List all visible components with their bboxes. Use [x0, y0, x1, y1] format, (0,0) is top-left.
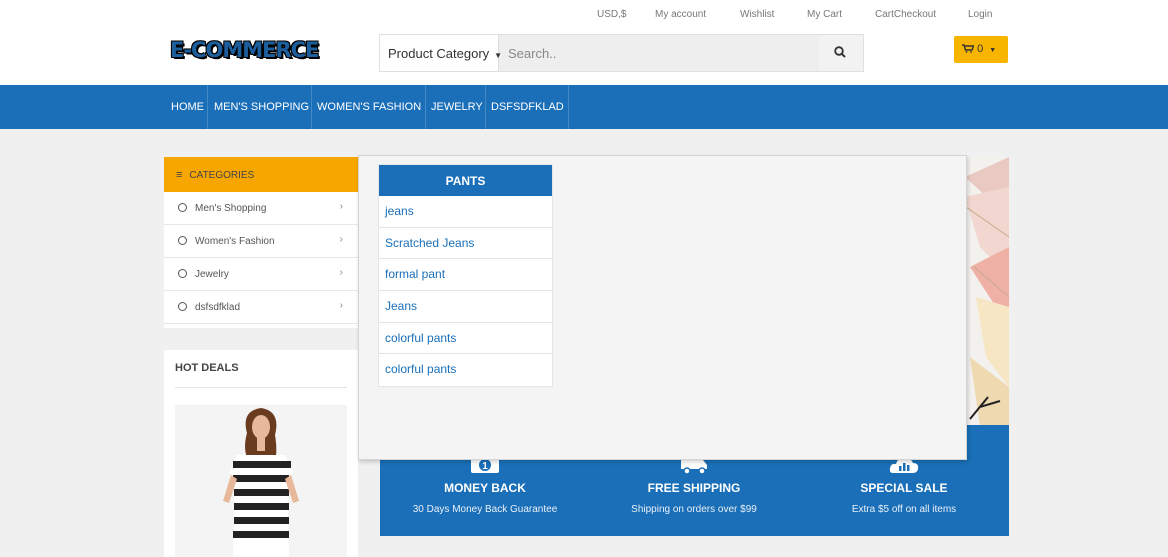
- service-subtitle: Extra $5 off on all items: [851, 504, 957, 515]
- chevron-right-icon: ›: [339, 267, 343, 278]
- main-nav: HOME MEN'S SHOPPING WOMEN'S FASHION JEWE…: [0, 85, 1168, 129]
- clock-icon: [178, 269, 187, 278]
- cart-icon: [962, 44, 975, 53]
- mega-menu-link[interactable]: Jeans: [379, 291, 552, 323]
- search-bar: Product Category ▼ Search..: [379, 34, 864, 72]
- nav-item-mens-shopping[interactable]: MEN'S SHOPPING: [214, 101, 309, 113]
- clock-icon: [178, 203, 187, 212]
- clock-icon: [178, 236, 187, 245]
- top-links-bar: USD,$ My account Wishlist My Cart CartCh…: [0, 9, 1168, 23]
- my-cart-link[interactable]: My Cart: [807, 9, 842, 20]
- mega-menu-dropdown: PANTS jeans Scratched Jeans formal pant …: [358, 155, 967, 460]
- nav-divider: [311, 85, 312, 129]
- chevron-right-icon: ›: [339, 300, 343, 311]
- sidebar-item-jewelry[interactable]: Jewelry ›: [164, 258, 358, 291]
- site-logo[interactable]: E-COMMERCE: [170, 38, 319, 62]
- nav-divider: [425, 85, 426, 129]
- wishlist-link[interactable]: Wishlist: [740, 9, 774, 20]
- service-special-sale: SPECIAL SALE Extra $5 off on all items: [799, 455, 1009, 515]
- service-title: FREE SHIPPING: [647, 481, 741, 495]
- nav-divider: [207, 85, 208, 129]
- category-select[interactable]: Product Category ▼: [380, 35, 503, 71]
- service-subtitle: 30 Days Money Back Guarantee: [412, 504, 558, 515]
- mega-menu-heading[interactable]: PANTS: [379, 165, 552, 196]
- sidebar-item-label: dsfsdfklad: [195, 302, 241, 313]
- mega-menu-link[interactable]: colorful pants: [379, 354, 552, 386]
- nav-item-womens-fashion[interactable]: WOMEN'S FASHION: [317, 101, 421, 113]
- currency-link[interactable]: USD,$: [597, 9, 626, 20]
- caret-down-icon: ▼: [989, 47, 997, 54]
- nav-item-dsfsdfklad[interactable]: DSFSDFKLAD: [491, 101, 564, 113]
- service-free-shipping: FREE SHIPPING Shipping on orders over $9…: [589, 455, 799, 515]
- categories-sidebar: ≡ CATEGORIES Men's Shopping › Women's Fas…: [164, 157, 358, 328]
- search-icon: [834, 46, 846, 58]
- sidebar-item-mens-shopping[interactable]: Men's Shopping ›: [164, 192, 358, 225]
- search-button[interactable]: [819, 35, 863, 71]
- mega-menu-link[interactable]: formal pant: [379, 259, 552, 292]
- sidebar-item-womens-fashion[interactable]: Women's Fashion ›: [164, 225, 358, 258]
- nav-item-home[interactable]: HOME: [171, 101, 204, 113]
- cart-count: 0: [977, 43, 984, 55]
- categories-header[interactable]: ≡ CATEGORIES: [164, 157, 358, 192]
- header: USD,$ My account Wishlist My Cart CartCh…: [0, 0, 1168, 85]
- service-title: MONEY BACK: [444, 481, 526, 495]
- mega-menu-link[interactable]: colorful pants: [379, 323, 552, 355]
- my-account-link[interactable]: My account: [655, 9, 706, 20]
- product-photo: [175, 405, 347, 557]
- service-title: SPECIAL SALE: [860, 481, 948, 495]
- sidebar-item-label: Women's Fashion: [195, 236, 275, 247]
- category-select-label: Product Category: [388, 46, 490, 61]
- cart-checkout-link[interactable]: CartCheckout: [875, 9, 936, 20]
- login-link[interactable]: Login: [968, 9, 992, 20]
- chevron-right-icon: ›: [339, 234, 343, 245]
- cart-button[interactable]: 0 ▼: [954, 36, 1008, 63]
- chevron-right-icon: ›: [339, 201, 343, 212]
- service-money-back: 1 MONEY BACK 30 Days Money Back Guarante…: [380, 455, 590, 515]
- nav-divider: [485, 85, 486, 129]
- menu-icon: ≡: [176, 169, 183, 181]
- mega-menu-link[interactable]: Scratched Jeans: [379, 228, 552, 260]
- svg-text:1: 1: [482, 461, 488, 472]
- mega-menu-column: PANTS jeans Scratched Jeans formal pant …: [378, 164, 553, 388]
- service-subtitle: Shipping on orders over $99: [631, 504, 757, 515]
- hot-deals-panel: HOT DEALS: [164, 350, 358, 557]
- hot-deal-product-image[interactable]: [175, 405, 347, 557]
- categories-title: CATEGORIES: [189, 170, 255, 181]
- sidebar-item-label: Jewelry: [195, 269, 229, 280]
- search-input[interactable]: Search..: [508, 46, 556, 61]
- sidebar-item-dsfsdfklad[interactable]: dsfsdfklad ›: [164, 291, 358, 324]
- hot-deals-title: HOT DEALS: [175, 362, 239, 374]
- nav-item-jewelry[interactable]: JEWELRY: [431, 101, 483, 113]
- caret-down-icon: ▼: [494, 51, 503, 60]
- divider: [175, 387, 347, 388]
- sidebar-item-label: Men's Shopping: [195, 203, 267, 214]
- clock-icon: [178, 302, 187, 311]
- mega-menu-link[interactable]: jeans: [379, 196, 552, 228]
- nav-divider: [568, 85, 569, 129]
